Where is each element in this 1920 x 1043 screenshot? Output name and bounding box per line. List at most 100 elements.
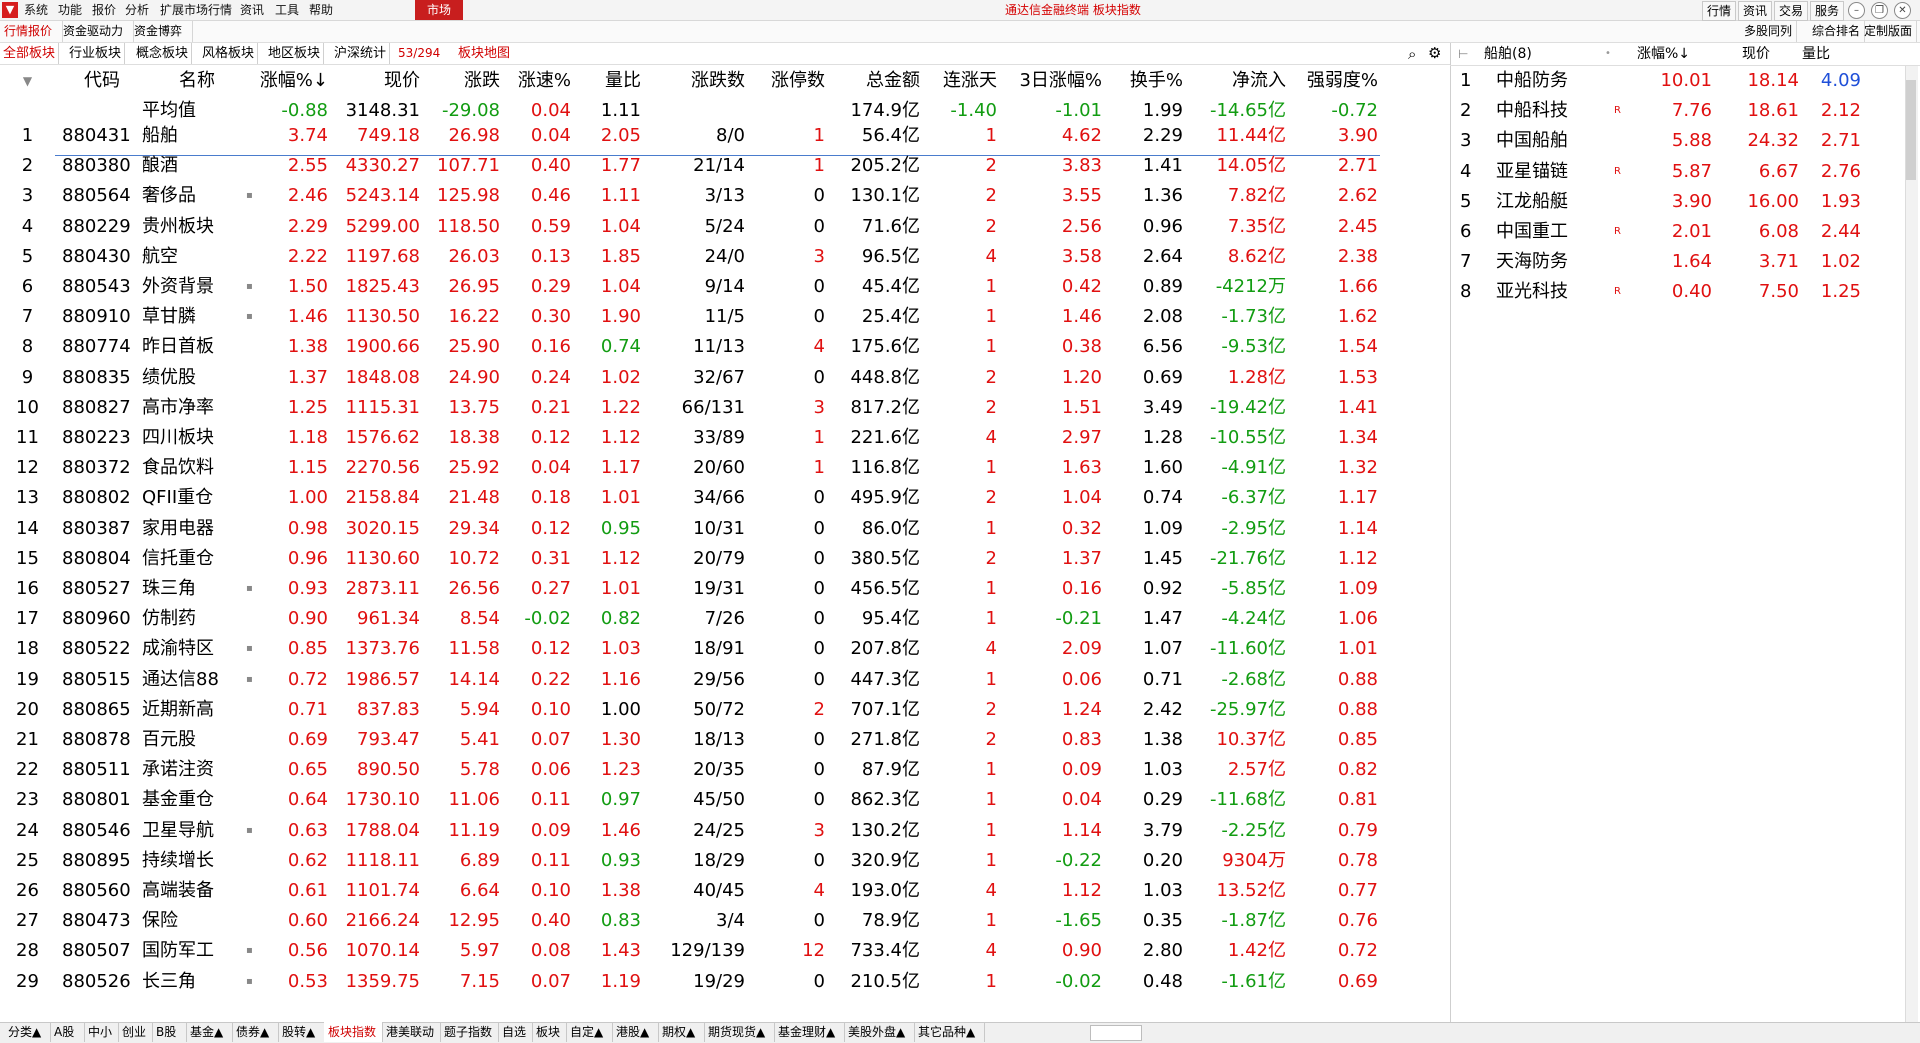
minimize-icon[interactable]: – bbox=[1848, 2, 1865, 19]
category-tab[interactable]: 风格板块 bbox=[199, 43, 259, 64]
col-name[interactable]: 名称 bbox=[142, 66, 252, 96]
col-chg-pct[interactable]: 涨幅%↓ bbox=[258, 66, 328, 96]
table-row[interactable]: 12 880372 食品饮料 1.15 2270.56 25.92 0.04 1.17 20/6… bbox=[0, 453, 1400, 483]
bottom-tab[interactable]: 股转▲ bbox=[278, 1022, 325, 1042]
bottom-tab[interactable]: 自定▲ bbox=[566, 1022, 613, 1042]
table-row[interactable]: 9 880835 绩优股 1.37 1848.08 24.90 0.24 1.02 32/67 0… bbox=[0, 363, 1400, 393]
bottom-tab[interactable]: 分类▲ bbox=[4, 1022, 51, 1042]
col-inflow[interactable]: 净流入 bbox=[1188, 66, 1286, 96]
panel-col[interactable]: 现价 bbox=[1710, 43, 1770, 65]
col-updown[interactable]: 涨跌数 bbox=[650, 66, 745, 96]
col-strength[interactable]: 强弱度% bbox=[1290, 66, 1378, 96]
bottom-tab[interactable]: 基金▲ bbox=[186, 1022, 233, 1042]
top-button[interactable]: 行情 bbox=[1702, 1, 1736, 21]
bottom-tab[interactable]: 其它品种▲ bbox=[914, 1022, 985, 1042]
bottom-tab[interactable]: B股 bbox=[152, 1022, 187, 1042]
bottom-tab[interactable]: 板块指数 bbox=[324, 1022, 383, 1042]
menu-item[interactable]: 扩展市场行情 bbox=[160, 0, 232, 20]
app-logo-icon[interactable]: ▼ bbox=[2, 2, 18, 18]
bottom-tab[interactable]: 题子指数 bbox=[440, 1022, 499, 1042]
menu-item[interactable]: 资讯 bbox=[240, 0, 264, 20]
horizontal-scrollbar[interactable] bbox=[1090, 1025, 1142, 1041]
constituent-row[interactable]: 2 中船科技 R 7.76 18.61 2.12 bbox=[1452, 96, 1892, 126]
table-row[interactable]: 24 880546 卫星导航 0.63 1788.04 11.19 0.09 1.46 24/2… bbox=[0, 816, 1400, 846]
market-tab[interactable]: 市场 bbox=[415, 0, 463, 20]
table-row[interactable]: 13 880802 QFII重仓 1.00 2158.84 21.48 0.18 1.01 34… bbox=[0, 483, 1400, 513]
table-row[interactable]: 4 880229 贵州板块 2.29 5299.00 118.50 0.59 1.04 5/24… bbox=[0, 212, 1400, 242]
category-tab[interactable]: 全部板块 bbox=[0, 43, 60, 64]
table-row[interactable]: 26 880560 高端装备 0.61 1101.74 6.64 0.10 1.38 40/45… bbox=[0, 876, 1400, 906]
menu-item[interactable]: 系统 bbox=[24, 0, 48, 20]
col-price[interactable]: 现价 bbox=[338, 66, 420, 96]
pin-icon[interactable]: ⊢ bbox=[1458, 43, 1468, 65]
panel-col[interactable]: 量比 bbox=[1770, 43, 1830, 65]
constituent-row[interactable]: 6 中国重工 R 2.01 6.08 2.44 bbox=[1452, 217, 1892, 247]
category-tab[interactable]: 地区板块 bbox=[265, 43, 325, 64]
table-row[interactable]: 1 880431 船舶 3.74 749.18 26.98 0.04 2.05 8/0 1 56.4… bbox=[0, 121, 1400, 151]
menu-item[interactable]: 帮助 bbox=[309, 0, 333, 20]
bottom-tab[interactable]: 中小 bbox=[84, 1022, 119, 1042]
top-button[interactable]: 交易 bbox=[1774, 1, 1808, 21]
table-row[interactable]: 27 880473 保险 0.60 2166.24 12.95 0.40 0.83 3/4 0 78… bbox=[0, 906, 1400, 936]
top-button[interactable]: 资讯 bbox=[1738, 1, 1772, 21]
table-row[interactable]: 6 880543 外资背景 1.50 1825.43 26.95 0.29 1.04 9/14 0… bbox=[0, 272, 1400, 302]
category-tab[interactable]: 沪深统计 bbox=[331, 43, 391, 64]
table-row[interactable]: 19 880515 通达信88 0.72 1986.57 14.14 0.22 1.16 29/… bbox=[0, 665, 1400, 695]
bottom-tab[interactable]: 基金理财▲ bbox=[774, 1022, 845, 1042]
bottom-tab[interactable]: 美股外盘▲ bbox=[844, 1022, 915, 1042]
col-vol-ratio[interactable]: 量比 bbox=[575, 66, 641, 96]
col-speed[interactable]: 涨速% bbox=[505, 66, 571, 96]
subtab[interactable]: 行情报价 bbox=[0, 21, 63, 42]
menu-item[interactable]: 功能 bbox=[58, 0, 82, 20]
table-row[interactable]: 7 880910 草甘膦 1.46 1130.50 16.22 0.30 1.90 11/5 0 2… bbox=[0, 302, 1400, 332]
table-row[interactable]: 3 880564 奢侈品 2.46 5243.14 125.98 0.46 1.11 3/13 0… bbox=[0, 181, 1400, 211]
col-turnover[interactable]: 换手% bbox=[1105, 66, 1183, 96]
table-row[interactable]: 22 880511 承诺注资 0.65 890.50 5.78 0.06 1.23 20/35 0… bbox=[0, 755, 1400, 785]
scrollbar-thumb[interactable] bbox=[1906, 80, 1916, 180]
bottom-tab[interactable]: A股 bbox=[50, 1022, 85, 1042]
table-row[interactable]: 8 880774 昨日首板 1.38 1900.66 25.90 0.16 0.74 11/13… bbox=[0, 332, 1400, 362]
constituent-row[interactable]: 8 亚光科技 R 0.40 7.50 1.25 bbox=[1452, 277, 1892, 307]
subtab[interactable]: 资金博弈 bbox=[130, 21, 193, 42]
table-row[interactable]: 5 880430 航空 2.22 1197.68 26.03 0.13 1.85 24/0 3 96… bbox=[0, 242, 1400, 272]
col-days[interactable]: 连涨天 bbox=[925, 66, 997, 96]
table-row[interactable]: 25 880895 持续增长 0.62 1118.11 6.89 0.11 0.93 18/29… bbox=[0, 846, 1400, 876]
table-row[interactable]: 11 880223 四川板块 1.18 1576.62 18.38 0.12 1.12 33/8… bbox=[0, 423, 1400, 453]
table-row[interactable]: 21 880878 百元股 0.69 793.47 5.41 0.07 1.30 18/13 0 2… bbox=[0, 725, 1400, 755]
constituent-row[interactable]: 5 江龙船艇 3.90 16.00 1.93 bbox=[1452, 187, 1892, 217]
bottom-tab[interactable]: 创业 bbox=[118, 1022, 153, 1042]
bottom-tab[interactable]: 债券▲ bbox=[232, 1022, 279, 1042]
table-row[interactable]: 10 880827 高市净率 1.25 1115.31 13.75 0.21 1.22 66/1… bbox=[0, 393, 1400, 423]
table-row[interactable]: 15 880804 信托重仓 0.96 1130.60 10.72 0.31 1.12 20/7… bbox=[0, 544, 1400, 574]
sort-arrow-icon[interactable]: ▼ bbox=[15, 66, 40, 96]
top-link[interactable]: 综合排名 bbox=[1808, 21, 1866, 42]
col-amount[interactable]: 总金额 bbox=[830, 66, 920, 96]
constituent-row[interactable]: 7 天海防务 1.64 3.71 1.02 bbox=[1452, 247, 1892, 277]
category-tab[interactable]: 行业板块 bbox=[66, 43, 126, 64]
gear-icon[interactable]: ⚙ bbox=[1428, 44, 1441, 62]
close-icon[interactable]: ✕ bbox=[1894, 2, 1911, 19]
bottom-tab[interactable]: 自选 bbox=[498, 1022, 533, 1042]
menu-item[interactable]: 工具 bbox=[275, 0, 299, 20]
table-row[interactable]: 16 880527 珠三角 0.93 2873.11 26.56 0.27 1.01 19/31… bbox=[0, 574, 1400, 604]
top-link[interactable]: 定制版面 bbox=[1860, 21, 1918, 42]
table-row[interactable]: 20 880865 近期新高 0.71 837.83 5.94 0.10 1.00 50/72 2… bbox=[0, 695, 1400, 725]
top-link[interactable]: 多股同列 bbox=[1740, 21, 1798, 42]
panel-col[interactable]: 涨幅%↓ bbox=[1630, 43, 1690, 65]
table-row[interactable]: 18 880522 成渝特区 0.85 1373.76 11.58 0.12 1.03 18/9… bbox=[0, 634, 1400, 664]
bottom-tab[interactable]: 港股▲ bbox=[612, 1022, 659, 1042]
search-icon[interactable]: ⌕ bbox=[1408, 45, 1416, 63]
restore-icon[interactable]: ❐ bbox=[1871, 2, 1888, 19]
vertical-scrollbar[interactable] bbox=[1905, 66, 1918, 1026]
constituent-row[interactable]: 1 中船防务 10.01 18.14 4.09 bbox=[1452, 66, 1892, 96]
subtab[interactable]: 资金驱动力 bbox=[59, 21, 134, 42]
col-chg[interactable]: 涨跌 bbox=[425, 66, 500, 96]
menu-item[interactable]: 报价 bbox=[92, 0, 116, 20]
bottom-tab[interactable]: 港美联动 bbox=[382, 1022, 441, 1042]
table-row[interactable]: 29 880526 长三角 0.53 1359.75 7.15 0.07 1.19 19/29 0… bbox=[0, 967, 1400, 997]
table-row[interactable]: 28 880507 国防军工 0.56 1070.14 5.97 0.08 1.43 129/1… bbox=[0, 936, 1400, 966]
col-code[interactable]: 代码 bbox=[62, 66, 142, 96]
table-row[interactable]: 2 880380 酿酒 2.55 4330.27 107.71 0.40 1.77 21/14 1… bbox=[0, 151, 1400, 181]
table-row[interactable]: 23 880801 基金重仓 0.64 1730.10 11.06 0.11 0.97 45/5… bbox=[0, 785, 1400, 815]
block-map-link[interactable]: 板块地图 bbox=[458, 43, 510, 64]
